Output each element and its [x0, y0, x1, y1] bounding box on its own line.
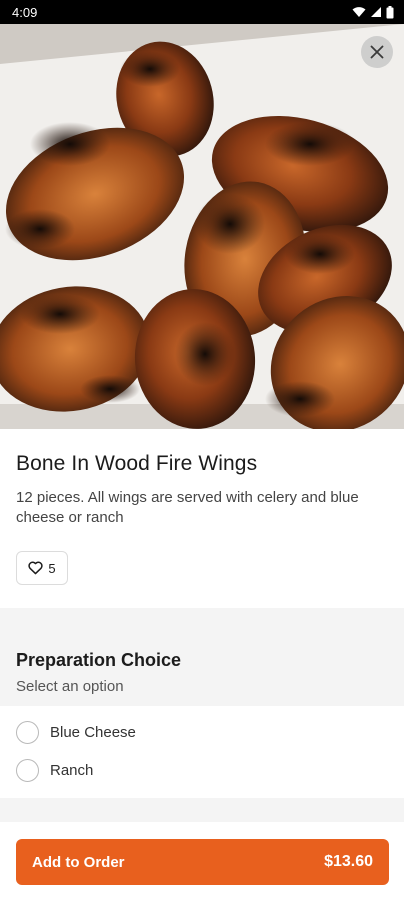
section-subtitle: Select an option: [16, 678, 124, 695]
like-count: 5: [48, 560, 56, 576]
section-title: Preparation Choice: [16, 650, 182, 670]
cellular-icon: [371, 7, 381, 17]
radio-button[interactable]: [16, 721, 39, 744]
item-title: Bone In Wood Fire Wings: [16, 452, 258, 475]
wifi-icon: [352, 7, 366, 17]
close-button[interactable]: [361, 36, 393, 68]
option-ranch[interactable]: Ranch: [16, 759, 93, 782]
option-label: Ranch: [50, 762, 94, 779]
radio-button[interactable]: [16, 759, 39, 782]
status-bar: 4:09: [0, 0, 404, 24]
close-icon: [370, 45, 384, 59]
battery-icon: [386, 5, 394, 18]
heart-icon: [28, 561, 44, 575]
like-button[interactable]: 5: [16, 551, 68, 585]
status-icons: [352, 5, 394, 19]
item-description: 12 pieces. All wings are served with cel…: [16, 489, 359, 526]
option-blue-cheese[interactable]: Blue Cheese: [16, 721, 136, 744]
item-photo: [0, 24, 404, 429]
wings-image: [0, 24, 404, 429]
add-to-order-button[interactable]: Add to Order $13.60: [16, 839, 389, 885]
section-divider: [0, 798, 404, 822]
option-label: Blue Cheese: [50, 724, 136, 741]
status-time: 4:09: [12, 4, 38, 20]
add-to-order-label: Add to Order: [32, 853, 125, 871]
order-price: $13.60: [324, 853, 373, 870]
